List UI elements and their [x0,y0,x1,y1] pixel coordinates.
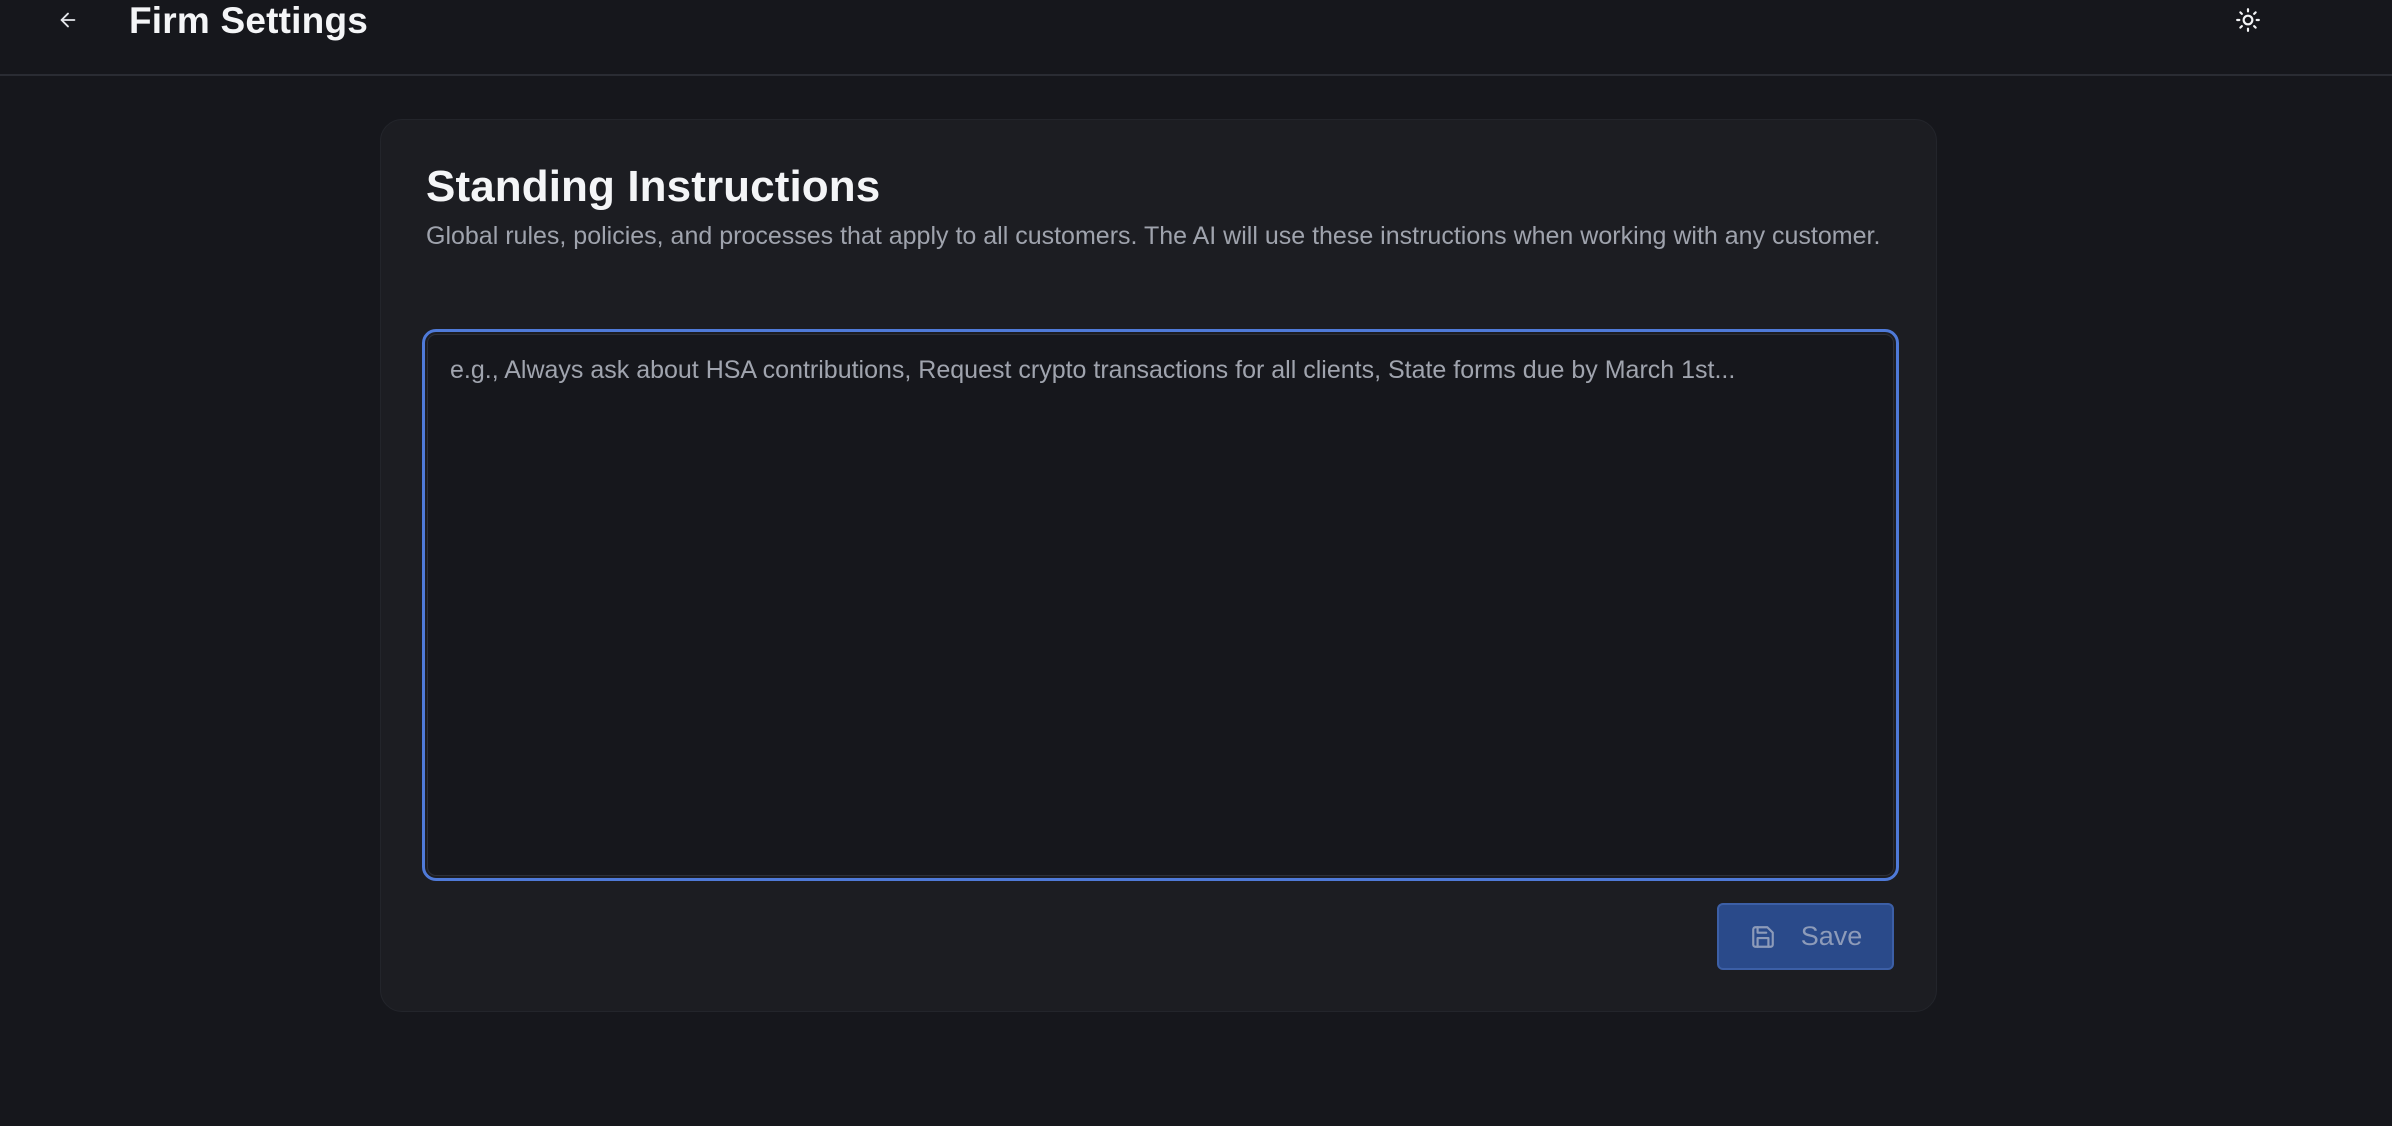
card-description: Global rules, policies, and processes th… [426,222,1881,250]
card-title: Standing Instructions [426,162,881,211]
instructions-textarea[interactable] [427,334,1894,876]
sun-icon [2235,7,2261,38]
page-title: Firm Settings [129,0,369,41]
app-header: Firm Settings [0,0,2392,76]
back-button[interactable] [50,4,86,40]
save-icon [1749,923,1777,951]
save-button-label: Save [1800,921,1863,951]
arrow-left-icon [57,9,79,36]
save-button[interactable]: Save [1717,903,1894,970]
theme-toggle-button[interactable] [2230,4,2266,40]
instructions-field-wrapper [422,329,1899,881]
standing-instructions-card: Standing Instructions Global rules, poli… [380,119,1937,1012]
